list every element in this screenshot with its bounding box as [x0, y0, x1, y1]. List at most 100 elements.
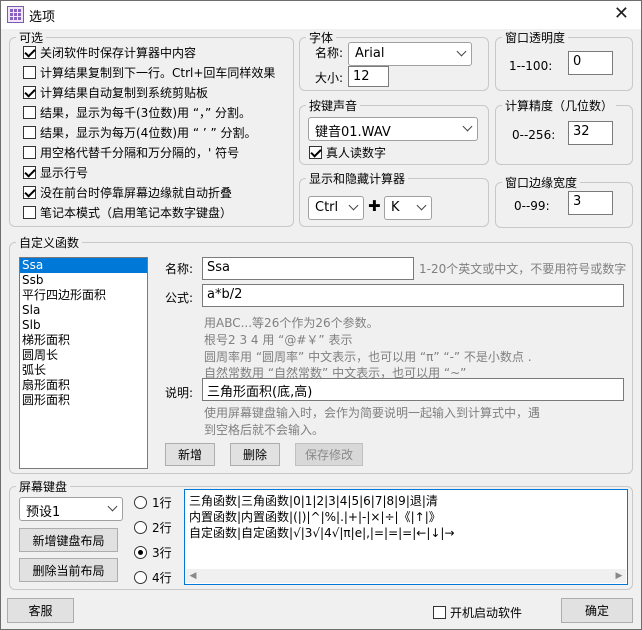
- optional-checkbox[interactable]: [23, 185, 36, 199]
- function-list-item[interactable]: Slb: [20, 318, 147, 333]
- function-list-item[interactable]: 弧长: [20, 363, 147, 378]
- keyboard-preset-select[interactable]: 预设1: [19, 497, 123, 521]
- description-help-2: 到空格后就不会输入。: [204, 423, 325, 437]
- rows-radio-option[interactable]: 1行: [134, 494, 172, 511]
- rows-radio[interactable]: [134, 571, 147, 584]
- keyboard-layout-editor[interactable]: 三角函数|三角函数|0|1|2|3|4|5|6|7|8|9|退|清 内置函数|内…: [184, 489, 628, 585]
- optional-checkbox[interactable]: [23, 45, 36, 59]
- key-sound-select[interactable]: 键音01.WAV: [308, 117, 478, 141]
- delete-keyboard-layout-button[interactable]: 删除当前布局: [19, 558, 118, 582]
- rows-radio[interactable]: [134, 546, 147, 559]
- close-icon[interactable]: ✕: [614, 3, 629, 25]
- optional-checkbox[interactable]: [23, 165, 36, 179]
- function-list-item[interactable]: Sla: [20, 303, 147, 318]
- window-title: 选项: [29, 10, 56, 25]
- optional-checkbox-row[interactable]: 显示行号: [23, 163, 88, 181]
- function-list-item[interactable]: 扇形面积: [20, 378, 147, 393]
- voice-label: 真人读数字: [326, 145, 387, 160]
- rows-radio-option[interactable]: 3行: [134, 544, 172, 561]
- function-list-item[interactable]: 平行四边形面积: [20, 288, 147, 303]
- optional-checkbox[interactable]: [23, 125, 36, 139]
- customer-service-button[interactable]: 客服: [7, 598, 74, 623]
- scroll-right-icon[interactable]: ▶: [612, 569, 626, 583]
- optional-checkbox[interactable]: [23, 65, 36, 79]
- optional-checkbox-row[interactable]: 计算结果自动复制到系统剪贴板: [23, 83, 208, 101]
- optional-checkbox-row[interactable]: 结果，显示为每万(4位数)用 “ ’ ” 分割。: [23, 123, 257, 141]
- optional-checkbox-label: 笔记本模式（启用笔记本数字键盘）: [40, 205, 233, 220]
- formula-help-1: 用ABC...等26个作为26个参数。: [204, 316, 379, 330]
- key-sound-legend: 按键声音: [309, 99, 358, 113]
- description-input[interactable]: 三角形面积(底,高): [202, 378, 624, 401]
- rows-radio-option[interactable]: 2行: [134, 519, 172, 536]
- chevron-down-icon: [456, 46, 467, 57]
- optional-checkbox[interactable]: [23, 205, 36, 219]
- font-name-value: Arial: [355, 46, 385, 61]
- autostart-checkbox[interactable]: [433, 605, 446, 619]
- optional-checkbox[interactable]: [23, 145, 36, 159]
- screen-keyboard-legend: 屏幕键盘: [19, 480, 68, 494]
- keyboard-layout-line-3: 自定函数|自定函数|√|3√|4√|π|e|,|=|=|=|←|↓|→: [189, 526, 455, 540]
- hotkey-key-select[interactable]: K: [384, 196, 432, 220]
- autostart-label: 开机启动软件: [450, 605, 523, 620]
- horizontal-scrollbar[interactable]: ◀ ▶: [186, 569, 626, 583]
- opacity-input[interactable]: 0: [568, 51, 613, 75]
- formula-label: 公式:: [165, 291, 194, 305]
- autostart-checkbox-row[interactable]: 开机启动软件: [433, 603, 522, 621]
- save-function-button[interactable]: 保存修改: [295, 443, 363, 466]
- hotkey-modifier-select[interactable]: Ctrl: [308, 196, 364, 220]
- plus-icon: ✚: [368, 197, 381, 215]
- function-name-hint: 1-20个英文或中文，不要用符号或数字: [419, 262, 627, 276]
- precision-input[interactable]: 32: [568, 121, 613, 145]
- optional-checkbox-row[interactable]: 结果，显示为每千(3位数)用 “，” 分割。: [23, 103, 251, 121]
- optional-checkbox-label: 结果，显示为每千(3位数)用 “，” 分割。: [40, 105, 252, 120]
- optional-checkbox-label: 关闭软件时保存计算器中内容: [40, 45, 197, 60]
- optional-checkbox[interactable]: [23, 105, 36, 119]
- rows-radio-label: 3行: [152, 546, 172, 560]
- optional-checkbox[interactable]: [23, 85, 36, 99]
- chevron-down-icon: [107, 501, 118, 512]
- voice-checkbox[interactable]: [309, 145, 322, 159]
- voice-checkbox-row[interactable]: 真人读数字: [309, 143, 386, 161]
- optional-checkbox-row[interactable]: 计算结果复制到下一行。Ctrl+回车同样效果: [23, 63, 275, 81]
- delete-function-button[interactable]: 删除: [230, 443, 280, 466]
- description-label: 说明:: [165, 386, 194, 400]
- rows-radio[interactable]: [134, 521, 147, 534]
- optional-checkbox-label: 计算结果自动复制到系统剪贴板: [40, 85, 209, 100]
- optional-checkbox-row[interactable]: 没在前台时停靠屏幕边缘就自动折叠: [23, 183, 232, 201]
- function-list-item[interactable]: 梯形面积: [20, 333, 147, 348]
- optional-checkbox-row[interactable]: 关闭软件时保存计算器中内容: [23, 43, 196, 61]
- precision-range-label: 0--256:: [512, 128, 556, 142]
- font-name-select[interactable]: Arial: [348, 42, 472, 66]
- function-list-item[interactable]: 圆形面积: [20, 393, 147, 408]
- font-size-input[interactable]: 12: [348, 66, 389, 87]
- keyboard-layout-line-2: 内置函数|内置函数|(|)|^|%|.|+|-|×|÷|《|↑|》: [189, 510, 441, 524]
- formula-help-2: 根号2 3 4 用 “@#￥” 表示: [204, 333, 353, 347]
- scroll-left-icon[interactable]: ◀: [186, 569, 200, 583]
- border-width-range-label: 0--99:: [514, 199, 550, 213]
- function-name-input[interactable]: Ssa: [202, 257, 414, 280]
- description-help-1: 使用屏幕键盘输入时，会作为简要说明一起输入到计算式中，遇: [204, 406, 541, 420]
- optional-checkbox-row[interactable]: 用空格代替千分隔和万分隔的，' 符号: [23, 143, 239, 161]
- function-listbox[interactable]: Ssa Ssb 平行四边形面积 Sla Slb 梯形面积 圆周长 弧长 扇形面积 圆形面积: [19, 257, 148, 469]
- chevron-down-icon: [348, 200, 359, 211]
- function-list-item[interactable]: 圆周长: [20, 348, 147, 363]
- optional-checkbox-row[interactable]: 笔记本模式（启用笔记本数字键盘）: [23, 203, 232, 221]
- precision-legend: 计算精度（几位数）: [505, 99, 614, 113]
- rows-radio-option[interactable]: 4行: [134, 569, 172, 586]
- function-list-item[interactable]: Ssa: [20, 258, 147, 273]
- border-width-legend: 窗口边缘宽度: [505, 176, 578, 190]
- title-bar: 选项 ✕: [1, 1, 641, 29]
- ok-button[interactable]: 确定: [561, 598, 633, 623]
- optional-checkbox-label: 结果，显示为每万(4位数)用 “ ’ ” 分割。: [40, 125, 257, 140]
- formula-input[interactable]: a*b/2: [202, 284, 624, 307]
- calculator-app-icon: [7, 6, 24, 23]
- key-sound-value: 键音01.WAV: [315, 125, 391, 140]
- function-list-item[interactable]: Ssb: [20, 273, 147, 288]
- chevron-down-icon: [462, 121, 473, 132]
- new-keyboard-layout-button[interactable]: 新增键盘布局: [19, 528, 118, 552]
- rows-radio[interactable]: [134, 496, 147, 509]
- formula-help-3: 圆周率用 “圆周率” 中文表示，也可以用 “π” “-” 不是小数点 .: [204, 350, 532, 364]
- border-width-input[interactable]: 3: [568, 191, 613, 215]
- new-function-button[interactable]: 新增: [165, 443, 215, 466]
- optional-checkbox-label: 计算结果复制到下一行。Ctrl+回车同样效果: [40, 65, 276, 80]
